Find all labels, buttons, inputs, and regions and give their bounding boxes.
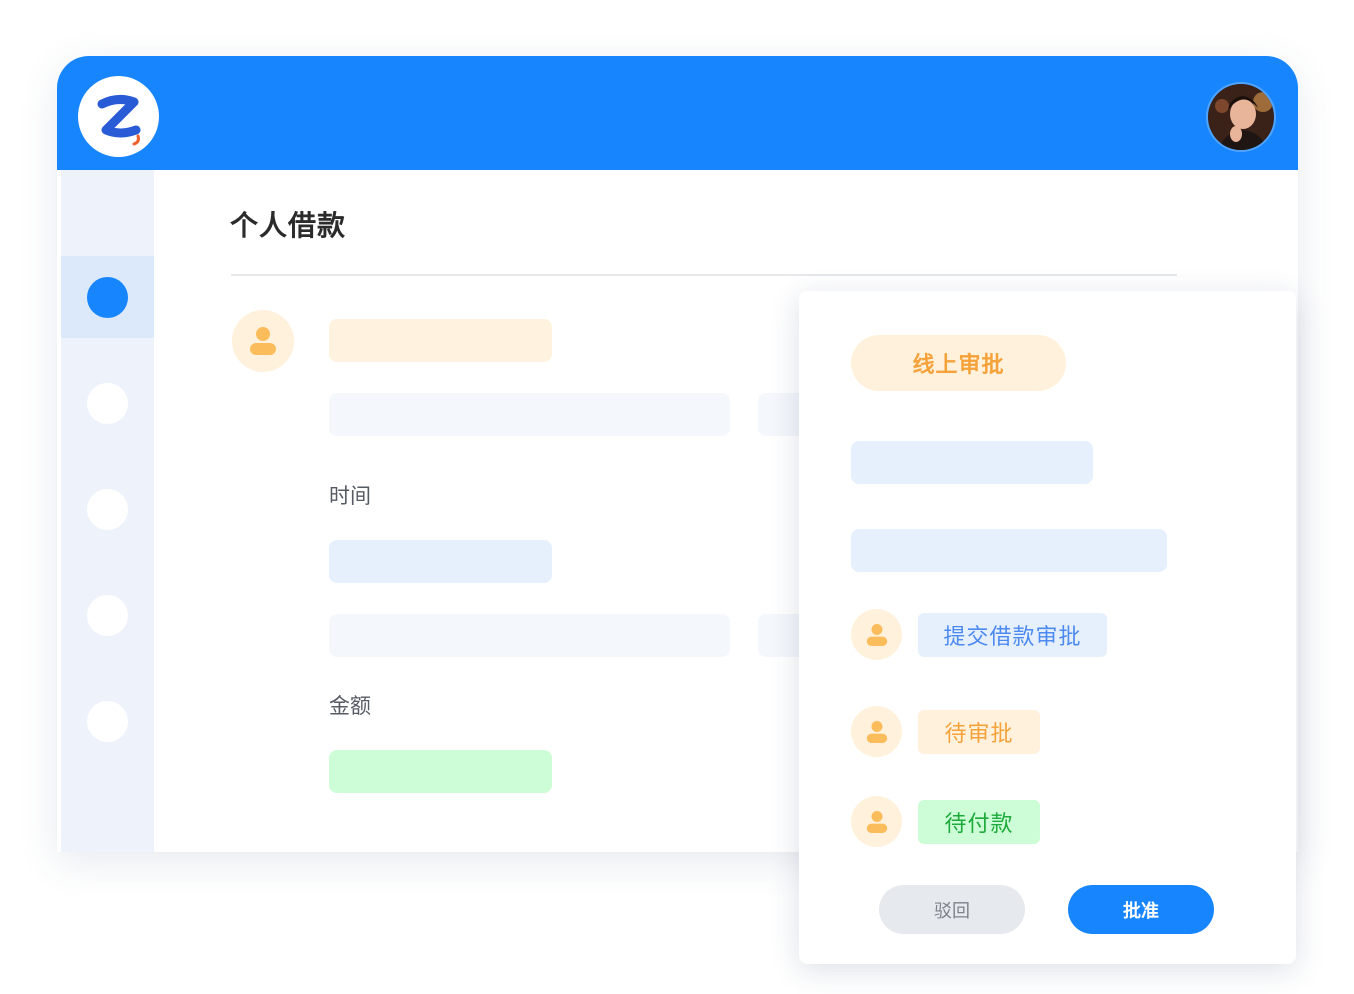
person-icon — [866, 810, 887, 833]
title-divider — [231, 274, 1177, 276]
person-icon — [250, 327, 276, 355]
step-3-badge: 待付款 — [918, 800, 1040, 844]
sidebar-dot-icon — [87, 700, 128, 742]
amount-value-field[interactable] — [329, 750, 552, 793]
sidebar — [61, 170, 154, 852]
page-title: 个人借款 — [230, 209, 347, 242]
z-logo-icon — [97, 94, 140, 145]
avatar-photo-icon — [1208, 84, 1274, 150]
sidebar-item-5[interactable] — [61, 680, 154, 762]
approval-card: 线上审批 提交借款审批 待审批 待付款 驳回 批准 — [799, 291, 1296, 964]
amount-label: 金额 — [329, 694, 371, 718]
sidebar-dot-icon — [87, 594, 128, 636]
user-avatar[interactable] — [1206, 82, 1276, 152]
info-placeholder-1 — [329, 393, 730, 436]
sidebar-dot-icon — [87, 488, 128, 530]
reject-button[interactable]: 驳回 — [879, 885, 1025, 934]
step-1-badge: 提交借款审批 — [918, 613, 1107, 657]
step-2-avatar — [851, 706, 902, 757]
status-tag: 线上审批 — [851, 335, 1066, 391]
time-label: 时间 — [329, 484, 371, 508]
person-icon — [866, 720, 887, 743]
sidebar-dot-icon — [87, 382, 128, 424]
card-placeholder-1 — [851, 441, 1093, 484]
step-1-avatar — [851, 609, 902, 660]
person-icon — [866, 623, 887, 646]
step-2-badge: 待审批 — [918, 710, 1040, 754]
info-placeholder-3 — [329, 614, 730, 657]
sidebar-item-4[interactable] — [61, 574, 154, 656]
step-3-avatar — [851, 796, 902, 847]
sidebar-item-1[interactable] — [61, 256, 154, 338]
app-logo[interactable] — [78, 76, 159, 157]
top-bar — [57, 56, 1298, 170]
applicant-avatar — [232, 310, 294, 372]
sidebar-item-3[interactable] — [61, 468, 154, 550]
applicant-name-placeholder — [329, 319, 552, 362]
approve-button[interactable]: 批准 — [1068, 885, 1214, 934]
sidebar-item-2[interactable] — [61, 362, 154, 444]
time-value-field[interactable] — [329, 540, 552, 583]
sidebar-dot-icon — [87, 276, 128, 318]
card-placeholder-2 — [851, 529, 1167, 572]
